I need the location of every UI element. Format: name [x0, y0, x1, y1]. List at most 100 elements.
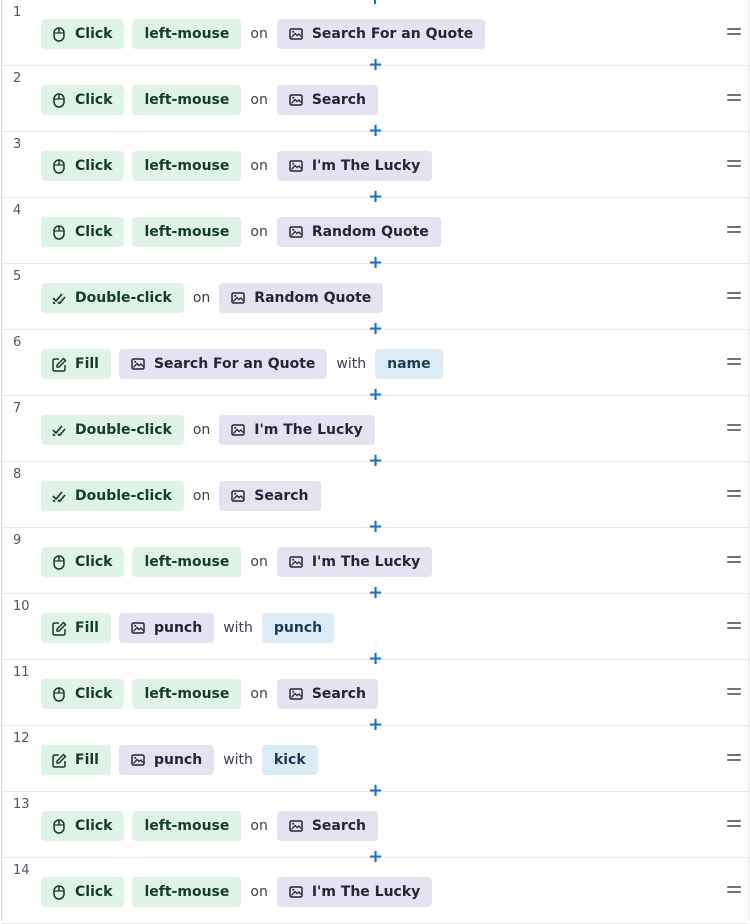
- drag-handle-icon[interactable]: [727, 556, 741, 566]
- step-row[interactable]: 14 Click left-mouse on I'm The Lucky: [2, 858, 748, 924]
- connector-word: on: [250, 818, 268, 834]
- drag-handle-icon[interactable]: [727, 358, 741, 368]
- mouse-icon: [51, 554, 67, 570]
- step-chips: Click left-mouse on Search: [41, 678, 379, 710]
- drag-handle-icon[interactable]: [727, 94, 741, 104]
- value-chip[interactable]: name: [375, 349, 443, 379]
- double-check-icon: [51, 488, 67, 504]
- step-number: 11: [13, 665, 30, 680]
- drag-handle-icon[interactable]: [727, 886, 741, 896]
- mouse-button-chip[interactable]: left-mouse: [132, 547, 242, 577]
- edit-icon: [51, 620, 67, 636]
- mouse-button-chip[interactable]: left-mouse: [132, 217, 242, 247]
- action-chip[interactable]: Click: [41, 151, 125, 181]
- image-icon: [288, 26, 304, 42]
- action-label: Click: [75, 158, 113, 174]
- target-chip[interactable]: Search For an Quote: [118, 349, 328, 379]
- target-chip[interactable]: Random Quote: [276, 217, 441, 247]
- drag-handle-icon[interactable]: [727, 28, 741, 38]
- step-number: 3: [13, 137, 22, 152]
- drag-handle-icon[interactable]: [727, 754, 741, 764]
- target-label: I'm The Lucky: [311, 158, 421, 174]
- step-number: 7: [13, 401, 22, 416]
- target-chip[interactable]: I'm The Lucky: [276, 877, 433, 907]
- target-chip[interactable]: Search: [276, 85, 379, 115]
- action-chip[interactable]: Click: [41, 217, 125, 247]
- drag-handle-icon[interactable]: [727, 490, 741, 500]
- step-number: 10: [13, 599, 30, 614]
- action-label: Double-click: [75, 290, 172, 306]
- mouse-icon: [51, 686, 67, 702]
- target-label: punch: [153, 620, 203, 636]
- target-label: punch: [153, 752, 203, 768]
- action-chip[interactable]: Double-click: [41, 415, 184, 445]
- action-chip[interactable]: Click: [41, 547, 125, 577]
- target-label: Search: [311, 818, 367, 834]
- action-label: Click: [75, 884, 113, 900]
- action-chip[interactable]: Fill: [41, 349, 111, 379]
- target-chip[interactable]: Search For an Quote: [276, 19, 486, 49]
- target-chip[interactable]: Search: [219, 481, 321, 511]
- mouse-button-chip[interactable]: left-mouse: [132, 679, 242, 709]
- value-chip[interactable]: kick: [261, 745, 318, 775]
- target-chip[interactable]: I'm The Lucky: [276, 547, 433, 577]
- action-label: Click: [75, 554, 113, 570]
- drag-handle-icon[interactable]: [727, 292, 741, 302]
- target-chip[interactable]: punch: [118, 613, 215, 643]
- target-label: Search For an Quote: [153, 356, 316, 372]
- step-number: 8: [13, 467, 22, 482]
- connector-word: on: [192, 422, 211, 438]
- step-chips: Click left-mouse on Search For an Quote: [41, 18, 486, 50]
- connector-word: on: [250, 224, 268, 240]
- drag-handle-icon[interactable]: [727, 622, 741, 632]
- image-icon: [288, 884, 304, 900]
- connector-word: on: [250, 26, 268, 42]
- target-chip[interactable]: punch: [118, 745, 215, 775]
- action-chip[interactable]: Click: [41, 85, 125, 115]
- action-chip[interactable]: Click: [41, 811, 125, 841]
- value-chip[interactable]: punch: [261, 613, 335, 643]
- mouse-button-chip[interactable]: left-mouse: [132, 19, 242, 49]
- action-chip[interactable]: Double-click: [41, 283, 184, 313]
- target-label: Random Quote: [254, 290, 372, 306]
- target-chip[interactable]: Random Quote: [219, 283, 384, 313]
- action-chip[interactable]: Click: [41, 877, 125, 907]
- action-chip[interactable]: Fill: [41, 745, 111, 775]
- mouse-icon: [51, 884, 67, 900]
- step-number: 5: [13, 269, 22, 284]
- action-label: Fill: [75, 752, 99, 768]
- target-chip[interactable]: I'm The Lucky: [276, 151, 433, 181]
- action-label: Fill: [75, 356, 99, 372]
- drag-handle-icon[interactable]: [727, 820, 741, 830]
- connector-word: with: [223, 620, 253, 636]
- mouse-icon: [51, 26, 67, 42]
- connector-word: on: [250, 686, 268, 702]
- target-label: Random Quote: [311, 224, 429, 240]
- target-chip[interactable]: Search: [276, 679, 379, 709]
- target-chip[interactable]: Search: [276, 811, 379, 841]
- drag-handle-icon[interactable]: [727, 160, 741, 170]
- action-chip[interactable]: Click: [41, 19, 125, 49]
- action-label: Double-click: [75, 488, 172, 504]
- connector-word: on: [192, 290, 211, 306]
- image-icon: [288, 554, 304, 570]
- drag-handle-icon[interactable]: [727, 226, 741, 236]
- target-chip[interactable]: I'm The Lucky: [219, 415, 375, 445]
- mouse-button-chip[interactable]: left-mouse: [132, 151, 242, 181]
- mouse-icon: [51, 818, 67, 834]
- action-label: Click: [75, 818, 113, 834]
- action-chip[interactable]: Click: [41, 679, 125, 709]
- drag-handle-icon[interactable]: [727, 688, 741, 698]
- action-chip[interactable]: Fill: [41, 613, 111, 643]
- mouse-button-chip[interactable]: left-mouse: [132, 85, 242, 115]
- step-number: 13: [13, 797, 30, 812]
- double-check-icon: [51, 290, 67, 306]
- mouse-icon: [51, 224, 67, 240]
- mouse-button-chip[interactable]: left-mouse: [132, 811, 242, 841]
- drag-handle-icon[interactable]: [727, 424, 741, 434]
- mouse-button-chip[interactable]: left-mouse: [132, 877, 242, 907]
- action-chip[interactable]: Double-click: [41, 481, 184, 511]
- step-chips: Double-click on I'm The Lucky: [41, 414, 375, 446]
- step-chips: Click left-mouse on Search: [41, 84, 379, 116]
- step-chips: Click left-mouse on I'm The Lucky: [41, 546, 433, 578]
